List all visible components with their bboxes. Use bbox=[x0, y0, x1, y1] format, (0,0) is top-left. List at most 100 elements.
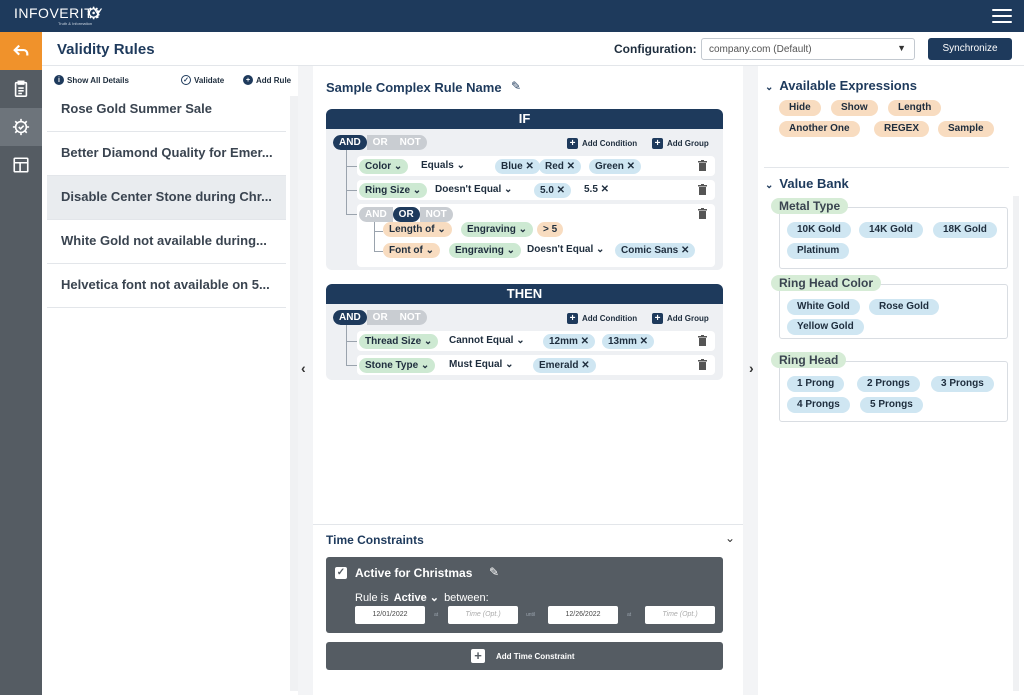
time-constraint-card: ✓ Active for Christmas ✎ Rule is Active … bbox=[326, 557, 723, 633]
subgroup-logic-toggle[interactable]: AND OR NOT bbox=[359, 207, 453, 222]
rule-item-selected[interactable]: Disable Center Stone during Chr... bbox=[47, 176, 286, 220]
trash-icon[interactable] bbox=[698, 208, 707, 219]
value-chip[interactable]: Yellow Gold bbox=[787, 319, 864, 335]
available-expressions-header[interactable]: ⌄ Available Expressions bbox=[765, 78, 917, 93]
add-time-constraint-button[interactable]: + Add Time Constraint bbox=[326, 642, 723, 670]
rule-state-line: Rule is Active ⌄ between: bbox=[355, 591, 489, 604]
value-chip[interactable]: > 5 bbox=[537, 222, 564, 237]
rule-item[interactable]: Rose Gold Summer Sale bbox=[47, 88, 286, 132]
value-chip[interactable]: Comic Sans ✕ bbox=[615, 243, 696, 258]
value-chip[interactable]: 12mm ✕ bbox=[543, 334, 596, 349]
operator-select[interactable]: Equals ⌄ bbox=[421, 160, 465, 171]
clipboard-icon[interactable] bbox=[0, 70, 42, 108]
field-select[interactable]: Ring Size ⌄ bbox=[359, 183, 428, 198]
expression-chip[interactable]: Another One bbox=[779, 121, 860, 137]
value-chip[interactable]: 18K Gold bbox=[933, 222, 997, 238]
add-group-button[interactable]: + Add Group bbox=[652, 313, 709, 324]
expand-right-chevron-icon[interactable]: › bbox=[749, 360, 754, 376]
plus-icon: + bbox=[567, 138, 578, 149]
value-chip[interactable]: 2 Prongs bbox=[857, 376, 920, 392]
checkbox-checked-icon[interactable]: ✓ bbox=[335, 567, 347, 579]
rules-scrollbar[interactable] bbox=[290, 96, 298, 691]
value-chip[interactable]: 5.5 ✕ bbox=[584, 184, 609, 195]
back-arrow-icon[interactable] bbox=[0, 32, 42, 70]
end-date-input[interactable]: 12/26/2022 bbox=[548, 606, 618, 624]
value-chip[interactable]: Emerald ✕ bbox=[533, 358, 596, 373]
gear-check-icon[interactable] bbox=[0, 108, 42, 146]
logic-or[interactable]: OR bbox=[366, 310, 394, 325]
add-condition-button[interactable]: + Add Condition bbox=[567, 138, 637, 149]
operator-select[interactable]: Cannot Equal ⌄ bbox=[449, 335, 525, 346]
logic-and[interactable]: AND bbox=[333, 310, 367, 325]
chevron-down-icon[interactable]: ⌄ bbox=[725, 531, 735, 545]
logic-not[interactable]: NOT bbox=[419, 207, 453, 222]
configuration-select[interactable]: company.com (Default) ▼ bbox=[701, 38, 915, 60]
field-select[interactable]: Length of ⌄ bbox=[383, 222, 452, 237]
add-rule-button[interactable]: + Add Rule bbox=[243, 75, 291, 85]
pencil-icon[interactable]: ✎ bbox=[489, 565, 499, 579]
validate-button[interactable]: ✓ Validate bbox=[181, 75, 224, 85]
argument-select[interactable]: Engraving ⌄ bbox=[461, 222, 534, 237]
value-chip[interactable]: Rose Gold bbox=[869, 299, 940, 315]
collapse-left-chevron-icon[interactable]: ‹ bbox=[301, 360, 306, 376]
field-select[interactable]: Thread Size ⌄ bbox=[359, 334, 439, 349]
logic-or[interactable]: OR bbox=[366, 135, 394, 150]
argument-select[interactable]: Engraving ⌄ bbox=[449, 243, 522, 258]
start-time-input[interactable]: Time (Opt.) bbox=[448, 606, 518, 624]
then-block: THEN AND OR NOT + Add Condition + Add Grou… bbox=[326, 284, 723, 380]
rule-name: Sample Complex Rule Name bbox=[326, 80, 502, 95]
logic-not[interactable]: NOT bbox=[393, 135, 427, 150]
trash-icon[interactable] bbox=[698, 184, 707, 195]
rule-item[interactable]: Helvetica font not available on 5... bbox=[47, 264, 286, 308]
value-bank-scrollbar[interactable] bbox=[1013, 196, 1019, 691]
pencil-icon[interactable]: ✎ bbox=[511, 79, 521, 93]
trash-icon[interactable] bbox=[698, 359, 707, 370]
value-chip[interactable]: 5 Prongs bbox=[860, 397, 923, 413]
field-select[interactable]: Font of ⌄ bbox=[383, 243, 441, 258]
page-title: Validity Rules bbox=[57, 41, 155, 58]
layout-icon[interactable] bbox=[0, 146, 42, 184]
expression-chip[interactable]: Sample bbox=[938, 121, 994, 137]
value-chip[interactable]: 5.0 ✕ bbox=[534, 183, 572, 198]
logic-and[interactable]: AND bbox=[359, 207, 393, 222]
value-chip[interactable]: Blue ✕ bbox=[495, 159, 540, 174]
expression-chip[interactable]: REGEX bbox=[874, 121, 930, 137]
logic-or[interactable]: OR bbox=[392, 207, 420, 222]
rule-item[interactable]: White Gold not available during... bbox=[47, 220, 286, 264]
value-chip[interactable]: 10K Gold bbox=[787, 222, 851, 238]
state-select[interactable]: Active ⌄ bbox=[394, 592, 439, 604]
value-chip[interactable]: 1 Prong bbox=[787, 376, 845, 392]
logic-and[interactable]: AND bbox=[333, 135, 367, 150]
synchronize-button[interactable]: Synchronize bbox=[928, 38, 1012, 60]
rule-item[interactable]: Better Diamond Quality for Emer... bbox=[47, 132, 286, 176]
hamburger-menu-icon[interactable] bbox=[992, 9, 1012, 23]
value-chip[interactable]: Green ✕ bbox=[589, 159, 642, 174]
expression-chip[interactable]: Hide bbox=[779, 100, 821, 116]
if-logic-toggle[interactable]: AND OR NOT bbox=[333, 135, 427, 150]
value-chip[interactable]: White Gold bbox=[787, 299, 860, 315]
value-bank-header[interactable]: ⌄ Value Bank bbox=[765, 176, 849, 191]
field-select[interactable]: Stone Type ⌄ bbox=[359, 358, 436, 373]
value-chip[interactable]: 3 Prongs bbox=[931, 376, 994, 392]
operator-select[interactable]: Doesn't Equal ⌄ bbox=[435, 184, 512, 195]
end-time-input[interactable]: Time (Opt.) bbox=[645, 606, 715, 624]
field-select[interactable]: Color ⌄ bbox=[359, 159, 409, 174]
expression-chip[interactable]: Length bbox=[888, 100, 942, 116]
operator-select[interactable]: Doesn't Equal ⌄ bbox=[527, 244, 604, 255]
trash-icon[interactable] bbox=[698, 160, 707, 171]
value-chip[interactable]: 13mm ✕ bbox=[602, 334, 655, 349]
logic-not[interactable]: NOT bbox=[393, 310, 427, 325]
show-all-details-button[interactable]: i Show All Details bbox=[54, 75, 129, 85]
add-group-button[interactable]: + Add Group bbox=[652, 138, 709, 149]
value-chip[interactable]: Platinum bbox=[787, 243, 850, 259]
start-date-input[interactable]: 12/01/2022 bbox=[355, 606, 425, 624]
trash-icon[interactable] bbox=[698, 335, 707, 346]
action-row: Thread Size ⌄ Cannot Equal ⌄ 12mm ✕ 13mm… bbox=[357, 331, 715, 351]
add-condition-button[interactable]: + Add Condition bbox=[567, 313, 637, 324]
value-chip[interactable]: 4 Prongs bbox=[787, 397, 850, 413]
expression-chip[interactable]: Show bbox=[831, 100, 878, 116]
value-chip[interactable]: Red ✕ bbox=[539, 159, 582, 174]
then-logic-toggle[interactable]: AND OR NOT bbox=[333, 310, 427, 325]
value-chip[interactable]: 14K Gold bbox=[859, 222, 923, 238]
operator-select[interactable]: Must Equal ⌄ bbox=[449, 359, 514, 370]
